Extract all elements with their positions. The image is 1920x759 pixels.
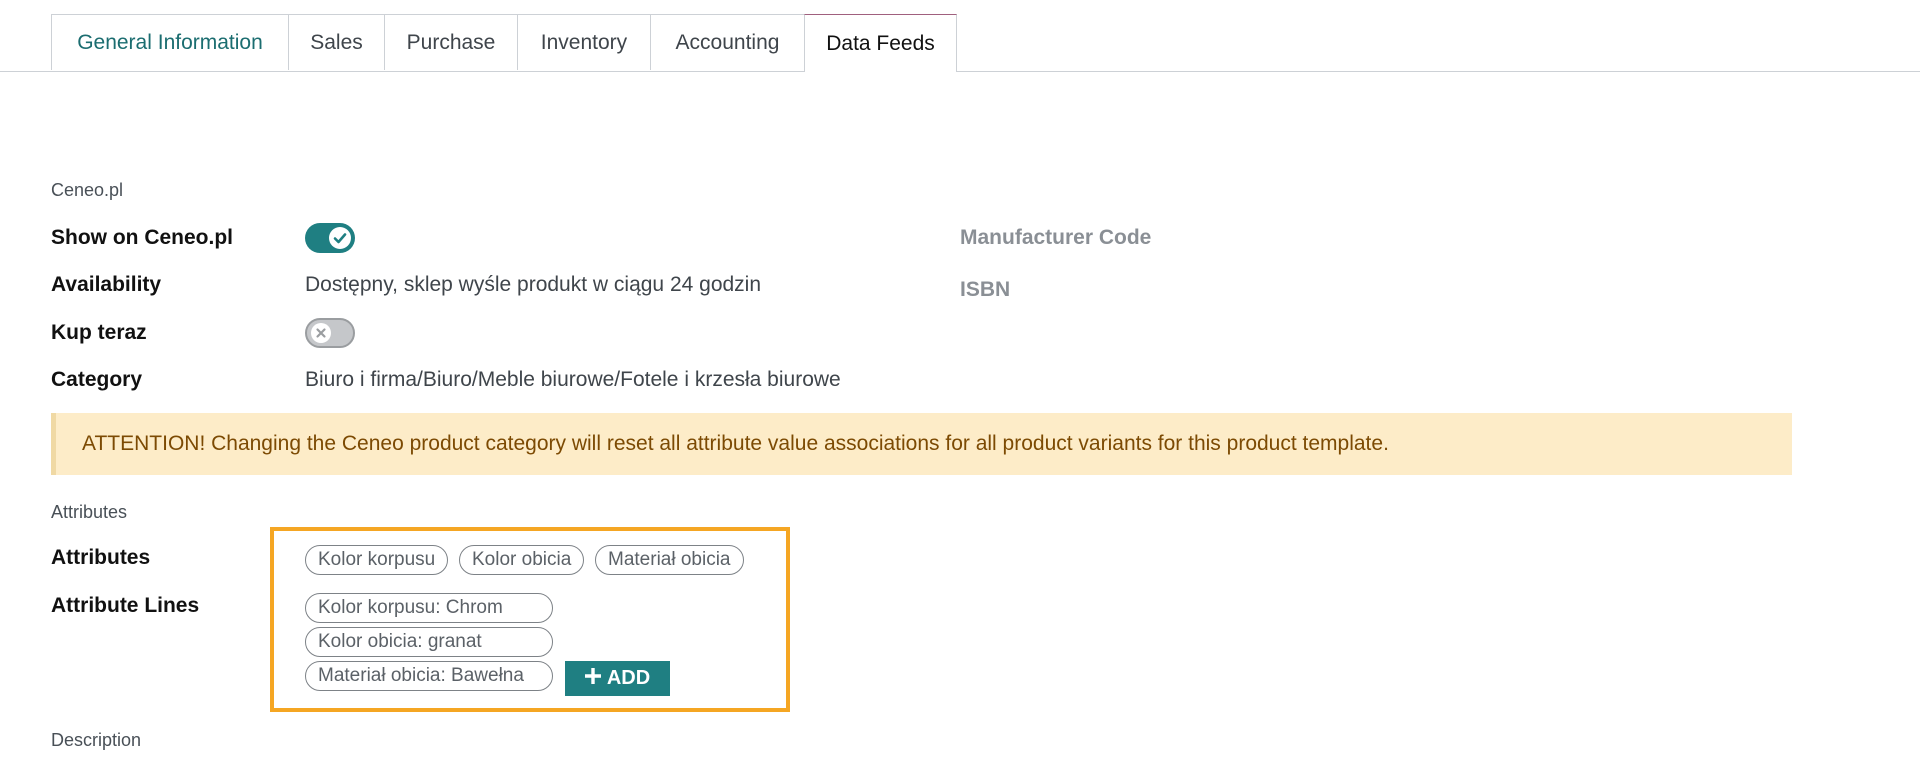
tab-sales[interactable]: Sales [288,14,385,70]
add-button-label: ADD [606,667,651,689]
x-icon [311,323,331,343]
show-on-ceneo-toggle[interactable] [305,223,355,253]
section-title-description: Description [51,730,142,750]
add-attribute-line-button[interactable]: ADD [565,661,670,696]
attribute-line-tag[interactable]: Kolor obicia: granat [305,627,553,657]
show-on-ceneo-label: Show on Ceneo.pl [51,226,233,249]
alert-text: ATTENTION! Changing the Ceneo product ca… [82,432,1389,455]
category-warning-alert: ATTENTION! Changing the Ceneo product ca… [51,413,1792,475]
section-title-attributes: Attributes [51,502,128,522]
plus-icon [584,667,602,690]
kup-teraz-toggle[interactable] [305,318,355,348]
availability-label: Availability [51,273,162,296]
category-label: Category [51,368,143,391]
attributes-label: Attributes [51,546,151,569]
attribute-tag[interactable]: Kolor obicia [459,545,585,575]
check-icon [329,227,351,249]
attribute-lines-label: Attribute Lines [51,594,200,617]
availability-value[interactable]: Dostępny, sklep wyśle produkt w ciągu 24… [305,273,761,297]
attribute-tag[interactable]: Materiał obicia [595,545,744,575]
attribute-line-tag[interactable]: Materiał obicia: Bawełna [305,661,553,691]
isbn-label: ISBN [960,278,1011,301]
attribute-line-tag[interactable]: Kolor korpusu: Chrom [305,593,553,623]
tab-data-feeds[interactable]: Data Feeds [804,14,957,72]
category-value[interactable]: Biuro i firma/Biuro/Meble biurowe/Fotele… [305,368,841,392]
tab-accounting[interactable]: Accounting [650,14,805,70]
kup-teraz-label: Kup teraz [51,321,147,344]
manufacturer-code-label: Manufacturer Code [960,226,1152,249]
tab-purchase[interactable]: Purchase [384,14,518,70]
tab-general-information[interactable]: General Information [51,14,289,70]
notebook-tabs: General Information Sales Purchase Inven… [0,0,1920,72]
section-title-ceneo: Ceneo.pl [51,180,124,200]
attribute-tag[interactable]: Kolor korpusu [305,545,449,575]
tab-inventory[interactable]: Inventory [517,14,651,70]
